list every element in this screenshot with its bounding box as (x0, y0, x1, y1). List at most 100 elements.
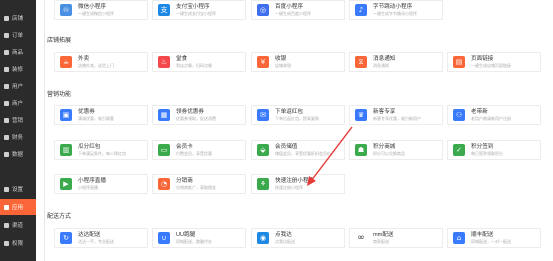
app-card-points-mall[interactable]: ☗ 积分商城 积分可以兑换商品 (349, 140, 443, 160)
app-card-desc: 储值会员，享受优惠折扣会员价 (275, 151, 331, 156)
decorate-icon (4, 66, 9, 72)
app-card-title: 瓜分红包 (78, 144, 101, 150)
app-card-sf-express[interactable]: ⌂ 顺丰配送 同城配送，一对一配送 (447, 228, 541, 248)
sidebar-item-apps[interactable]: 应用 (0, 199, 36, 215)
app-card-new-customer[interactable]: ♛ 新客专享 新客专享优惠，吸引新用户 (349, 105, 443, 125)
app-card-page-link[interactable]: ▤ 页面链接 一键生成店铺页面链接 (447, 52, 541, 72)
app-card-desc: 点我达配送 (275, 239, 295, 244)
app-card-title: 微信小程序 (78, 4, 106, 10)
app-card-title: 页面链接 (471, 56, 494, 62)
app-card-uu[interactable]: ∪ UU跑腿 同城配送，跑腿代办 (152, 228, 246, 248)
app-card-mm-delivery[interactable]: ∞ mm配送 商家配送 (349, 228, 443, 248)
sidebar-item-merchant[interactable]: 商户 (0, 95, 36, 111)
app-card-quick-register[interactable]: ⚘ 快速注册小程序 快速注册小程序 (251, 174, 345, 194)
app-card-desc: 消息通知 (373, 63, 389, 68)
app-card-member-card[interactable]: ▭ 会员卡 付费会员，享受优惠 (152, 140, 246, 160)
wechat-miniprogram-icon: ♾ (60, 4, 72, 16)
app-card-desc: 同城配送，一对一配送 (471, 239, 511, 244)
app-card-desc: 商家配送 (373, 239, 389, 244)
secondary-menu-strip (36, 0, 45, 261)
sidebar-item-label: 应用 (12, 205, 24, 211)
coupon-icon: ▣ (60, 109, 72, 121)
sidebar-item-finance[interactable]: 财务 (0, 129, 36, 145)
sidebar-item-label: 渠道 (12, 223, 24, 229)
app-card-member-deposit[interactable]: ⬙ 会员储值 储值会员，享受优惠折扣会员价 (251, 140, 345, 160)
app-card-desc: 一键生成店铺页面链接 (471, 63, 511, 68)
app-card-title: 老带新 (471, 109, 488, 115)
app-card-takeout[interactable]: ☕ 外卖 店铺外卖，送货上门 (54, 52, 148, 72)
app-card-desc: 下单后返红包，提高复购 (275, 116, 319, 121)
app-card-dine-in[interactable]: ♨ 堂食 到店点餐，扫码点餐 (152, 52, 246, 72)
channel-icon (4, 222, 9, 228)
sidebar-item-label: 设置 (12, 187, 24, 193)
app-card-coupon[interactable]: ▣ 优惠券 满减优惠，吸引顾客 (54, 105, 148, 125)
shop-icon (4, 15, 9, 21)
app-card-title: 达达配送 (78, 232, 101, 238)
app-card-cashier[interactable]: ¥ 收银 店铺收银 (251, 52, 345, 72)
app-card-title: 字节跳动小程序 (373, 4, 413, 10)
app-center: ♾ 微信小程序 一键生成微信小程序 支支付宝小程序 一键生成支付宝小程序 ◎ 百度小程序… (45, 0, 553, 261)
order-redpacket-icon: ✉ (257, 109, 269, 121)
app-card-title: 支付宝小程序 (176, 4, 210, 10)
baidu-icon: ◎ (257, 4, 269, 16)
finance-icon (4, 134, 9, 140)
referral-icon: ⚇ (453, 109, 465, 121)
app-card-dianwoda[interactable]: ◉ 点我达 点我达配送 (251, 228, 345, 248)
sidebar-item-channel[interactable]: 渠道 (0, 217, 36, 233)
app-card-distributor[interactable]: ◔ 分销商 分销商推广，获取佣金 (152, 174, 246, 194)
app-card-title: 优惠券 (78, 109, 95, 115)
uu-icon: ∪ (158, 232, 170, 244)
sidebar-item-label: 装修 (12, 67, 24, 73)
new-customer-icon: ♛ (355, 109, 367, 121)
live-icon: ▶ (60, 178, 72, 190)
app-card-live[interactable]: ▶ 小程序直播 小程序直播 (54, 174, 148, 194)
app-card-desc: 达达一手，专业配送 (78, 239, 114, 244)
sidebar-item-label: 用户 (12, 84, 24, 90)
sidebar-item-data[interactable]: 数据 (0, 146, 36, 162)
app-card-dada[interactable]: ↻ 达达配送 达达一手，专业配送 (54, 228, 148, 248)
quick-register-icon: ⚘ (257, 178, 269, 190)
app-card-bytedance-miniprogram[interactable]: ♪ 字节跳动小程序 一键生成字节跳动小程序 (349, 0, 443, 20)
sidebar-item-label: 商品 (12, 50, 24, 56)
app-card-title: 消息通知 (373, 56, 396, 62)
app-card-desc: 满减优惠，吸引顾客 (78, 116, 114, 121)
app-card-title: 积分商城 (373, 144, 396, 150)
app-card-title: 分销商 (176, 178, 193, 184)
sidebar-item-user[interactable]: 用户 (0, 78, 36, 94)
bytedance-icon: ♪ (355, 4, 367, 16)
data-icon (4, 151, 9, 157)
sidebar-item-order[interactable]: 订单 (0, 27, 36, 43)
sidebar-item-settings[interactable]: 设置 (0, 181, 36, 197)
sidebar-item-label: 数据 (12, 152, 24, 158)
app-card-alipay-miniprogram[interactable]: 支支付宝小程序 一键生成支付宝小程序 (152, 0, 246, 20)
app-card-desc: 同城配送，跑腿代办 (176, 239, 212, 244)
app-card-wechat-miniprogram[interactable]: ♾ 微信小程序 一键生成微信小程序 (54, 0, 148, 20)
app-card-order-redpacket[interactable]: ✉ 下单返红包 下单后返红包，提高复购 (251, 105, 345, 125)
app-card-collect-coupon[interactable]: ▦ 领劵优惠券 优惠券领取，促进消费 (152, 105, 246, 125)
app-card-desc: 店铺外卖，送货上门 (78, 63, 114, 68)
user-icon (4, 83, 9, 89)
app-card-baidu-miniprogram[interactable]: ◎ 百度小程序 一键生成百度小程序 (251, 0, 345, 20)
section-title-store-extension: 店铺拓展 (47, 38, 72, 44)
sidebar-item-label: 订单 (12, 33, 24, 39)
sidebar-item-label: 财务 (12, 135, 24, 141)
app-card-title: 新客专享 (373, 109, 396, 115)
section-title-delivery: 配送方式 (47, 214, 72, 220)
sidebar-item-permission[interactable]: 权限 (0, 235, 36, 251)
dine-in-icon: ♨ (158, 56, 170, 68)
app-card-desc: 到店点餐，扫码点餐 (176, 63, 212, 68)
app-card-title: 外卖 (78, 56, 90, 62)
app-card-split-redpacket[interactable]: ▥ 瓜分红包 下单满足条件，每人得红包 (54, 140, 148, 160)
app-card-desc: 积分可以兑换商品 (373, 151, 405, 156)
app-card-referral[interactable]: ⚇ 老带新 老用户邀请新用户注册 (447, 105, 541, 125)
cashier-icon: ¥ (257, 56, 269, 68)
sidebar-item-shop[interactable]: 店铺 (0, 10, 36, 26)
app-card-title: 领劵优惠券 (176, 109, 204, 115)
sidebar-item-marketing[interactable]: 营销 (0, 112, 36, 128)
sidebar-item-label: 营销 (12, 118, 24, 124)
app-card-points-checkin[interactable]: ✓ 积分签到 每日签到领取积分 (447, 140, 541, 160)
app-card-notification[interactable]: ⧖ 消息通知 消息通知 (349, 52, 443, 72)
sidebar-item-goods[interactable]: 商品 (0, 44, 36, 60)
annotation-arrow (307, 126, 353, 186)
sidebar-item-decorate[interactable]: 装修 (0, 61, 36, 77)
